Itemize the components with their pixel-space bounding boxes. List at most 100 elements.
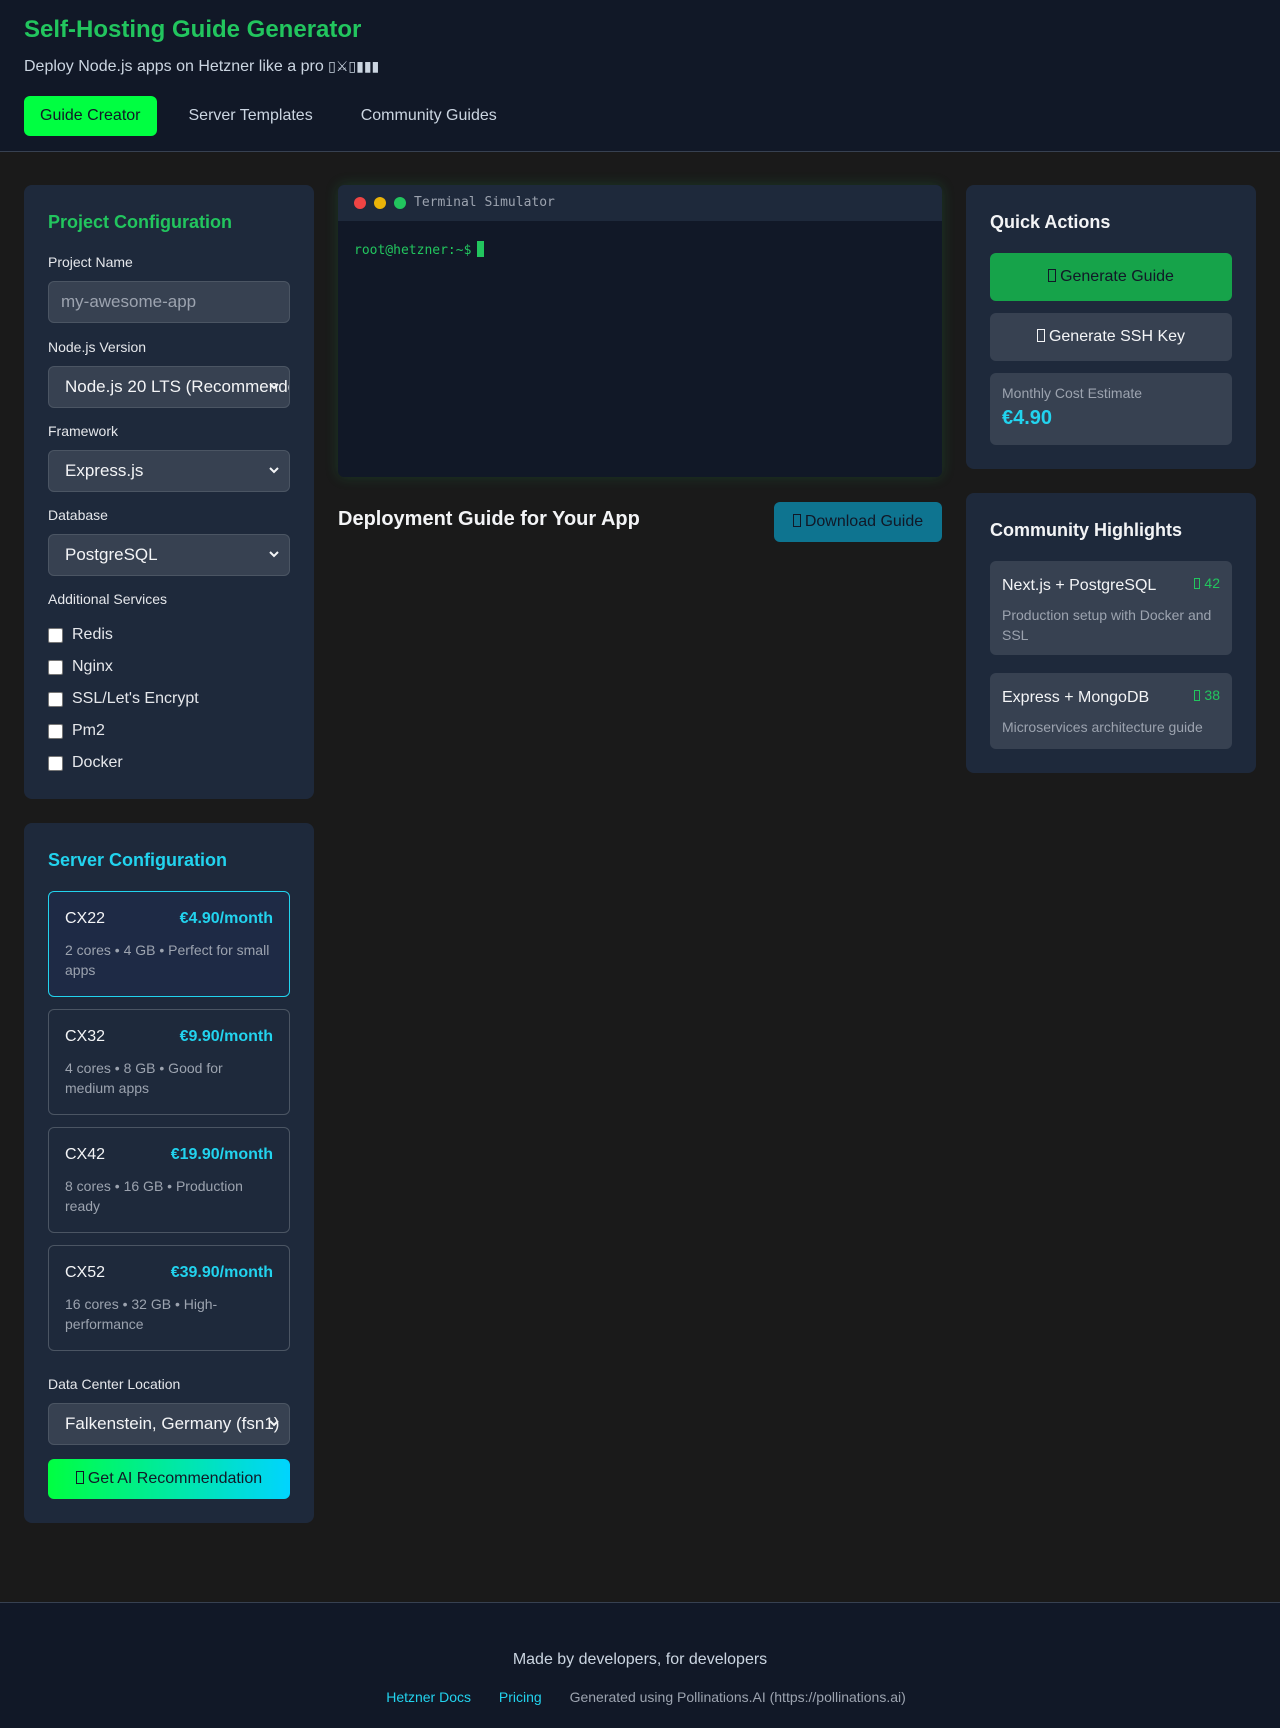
service-label: Nginx — [72, 658, 113, 675]
node-version-select[interactable]: Node.js 20 LTS (Recommended) — [48, 366, 290, 408]
ai-button-label: Get AI Recommendation — [87, 1470, 263, 1487]
service-docker[interactable]: Docker — [48, 753, 123, 773]
star-icon — [1194, 690, 1201, 701]
footer-credit: Generated using Pollinations.AI (https:/… — [569, 1689, 906, 1705]
generate-ssh-label: Generate SSH Key — [1048, 328, 1186, 345]
node-version-value: Node.js 20 LTS (Recommended) — [65, 377, 290, 396]
terminal-titlebar: Terminal Simulator — [338, 185, 942, 221]
chevron-down-icon — [269, 535, 279, 558]
app-subtitle-text: Deploy Node.js apps on Hetzner like a pr… — [24, 58, 324, 75]
quick-actions-panel: Quick Actions Generate Guide Generate SS… — [966, 185, 1256, 469]
highlight-likes: 38 — [1194, 687, 1220, 703]
node-version-label: Node.js Version — [48, 339, 147, 355]
service-label: Pm2 — [72, 722, 105, 739]
service-pm2[interactable]: Pm2 — [48, 721, 105, 741]
services-label: Additional Services — [48, 591, 168, 607]
server-price: €9.90/month — [179, 1028, 273, 1045]
emoji-glyphs: ▯⚔▯▮▮▮ — [328, 58, 380, 74]
key-icon — [1036, 329, 1045, 342]
download-guide-button[interactable]: Download Guide — [774, 502, 942, 542]
cost-value: €4.90 — [1002, 407, 1053, 429]
maximize-dot-icon — [394, 197, 406, 209]
ai-recommendation-button[interactable]: Get AI Recommendation — [48, 1459, 290, 1499]
minimize-dot-icon — [374, 197, 386, 209]
main-nav: Guide Creator Server Templates Community… — [24, 96, 521, 136]
highlight-card[interactable]: Next.js + PostgreSQL 42 Production setup… — [990, 561, 1232, 655]
highlight-desc: Microservices architecture guide — [1002, 719, 1203, 735]
community-highlights-panel: Community Highlights Next.js + PostgreSQ… — [966, 493, 1256, 773]
chevron-down-icon — [269, 451, 279, 474]
generate-guide-label: Generate Guide — [1060, 268, 1174, 285]
project-name-label: Project Name — [48, 254, 133, 270]
database-select[interactable]: PostgreSQL — [48, 534, 290, 576]
cost-label: Monthly Cost Estimate — [1002, 385, 1143, 401]
cursor — [477, 241, 485, 257]
terminal-simulator[interactable]: Terminal Simulator root@hetzner:~$ — [338, 185, 942, 477]
checkbox[interactable] — [48, 691, 63, 707]
server-name: CX32 — [65, 1028, 106, 1045]
tab-community-guides[interactable]: Community Guides — [345, 96, 513, 136]
footer-links: Hetzner Docs Pricing Generated using Pol… — [0, 1689, 1280, 1705]
checkbox[interactable] — [48, 659, 63, 675]
panel-title: Quick Actions — [990, 212, 1111, 232]
highlight-card[interactable]: Express + MongoDB 38 Microservices archi… — [990, 673, 1232, 749]
panel-title: Project Configuration — [48, 212, 232, 232]
framework-label: Framework — [48, 423, 119, 439]
project-name-input[interactable]: my-awesome-app — [48, 281, 290, 323]
checkbox[interactable] — [48, 723, 63, 739]
server-card-cx32[interactable]: CX32 €9.90/month 4 cores • 8 GB • Good f… — [48, 1009, 290, 1115]
tab-guide-creator[interactable]: Guide Creator — [24, 96, 157, 136]
server-card-cx52[interactable]: CX52 €39.90/month 16 cores • 32 GB • Hig… — [48, 1245, 290, 1351]
app-subtitle: Deploy Node.js apps on Hetzner like a pr… — [24, 58, 379, 76]
app-title: Self-Hosting Guide Generator — [24, 16, 362, 43]
database-value: PostgreSQL — [65, 545, 158, 564]
close-dot-icon — [354, 197, 366, 209]
server-price: €39.90/month — [170, 1264, 273, 1281]
service-label: Docker — [72, 754, 123, 771]
tab-server-templates[interactable]: Server Templates — [173, 96, 329, 136]
server-card-cx42[interactable]: CX42 €19.90/month 8 cores • 16 GB • Prod… — [48, 1127, 290, 1233]
highlight-title: Next.js + PostgreSQL — [1002, 577, 1157, 594]
page-footer: Made by developers, for developers Hetzn… — [0, 1602, 1280, 1728]
service-nginx[interactable]: Nginx — [48, 657, 113, 677]
panel-title: Server Configuration — [48, 850, 228, 870]
star-icon — [1194, 578, 1201, 589]
app-header: Self-Hosting Guide Generator Deploy Node… — [0, 0, 1280, 152]
checkbox[interactable] — [48, 627, 63, 643]
prompt-text: root@hetzner:~$ — [354, 243, 472, 258]
service-redis[interactable]: Redis — [48, 625, 113, 645]
service-label: Redis — [72, 626, 113, 643]
generate-ssh-button[interactable]: Generate SSH Key — [990, 313, 1232, 361]
server-card-cx22[interactable]: CX22 €4.90/month 2 cores • 4 GB • Perfec… — [48, 891, 290, 997]
location-value: Falkenstein, Germany (fsn1) — [65, 1414, 280, 1433]
likes-count: 38 — [1204, 687, 1220, 703]
database-label: Database — [48, 507, 108, 523]
chevron-down-icon — [269, 367, 279, 390]
server-price: €19.90/month — [170, 1146, 273, 1163]
highlight-title: Express + MongoDB — [1002, 689, 1150, 706]
service-label: SSL/Let's Encrypt — [72, 690, 199, 707]
hetzner-docs-link[interactable]: Hetzner Docs — [386, 1689, 471, 1705]
footer-tagline: Made by developers, for developers — [512, 1651, 768, 1668]
checkbox[interactable] — [48, 755, 63, 771]
location-select[interactable]: Falkenstein, Germany (fsn1) — [48, 1403, 290, 1445]
location-label: Data Center Location — [48, 1376, 181, 1392]
panel-title: Community Highlights — [990, 520, 1182, 540]
server-price: €4.90/month — [179, 910, 273, 927]
pricing-link[interactable]: Pricing — [499, 1689, 542, 1705]
cost-estimate: Monthly Cost Estimate €4.90 — [990, 373, 1232, 445]
service-ssl[interactable]: SSL/Let's Encrypt — [48, 689, 199, 709]
terminal-prompt: root@hetzner:~$ — [354, 241, 485, 258]
server-desc: 16 cores • 32 GB • High-performance — [65, 1296, 218, 1332]
likes-count: 42 — [1204, 575, 1220, 591]
server-desc: 8 cores • 16 GB • Production ready — [65, 1178, 243, 1214]
guide-title: Deployment Guide for Your App — [338, 508, 640, 530]
framework-select[interactable]: Express.js — [48, 450, 290, 492]
download-label: Download Guide — [804, 513, 924, 530]
robot-icon — [75, 1471, 84, 1484]
server-name: CX42 — [65, 1146, 106, 1163]
generate-guide-button[interactable]: Generate Guide — [990, 253, 1232, 301]
highlight-desc: Production setup with Docker and SSL — [1002, 607, 1212, 643]
server-name: CX52 — [65, 1264, 106, 1281]
server-name: CX22 — [65, 910, 106, 927]
